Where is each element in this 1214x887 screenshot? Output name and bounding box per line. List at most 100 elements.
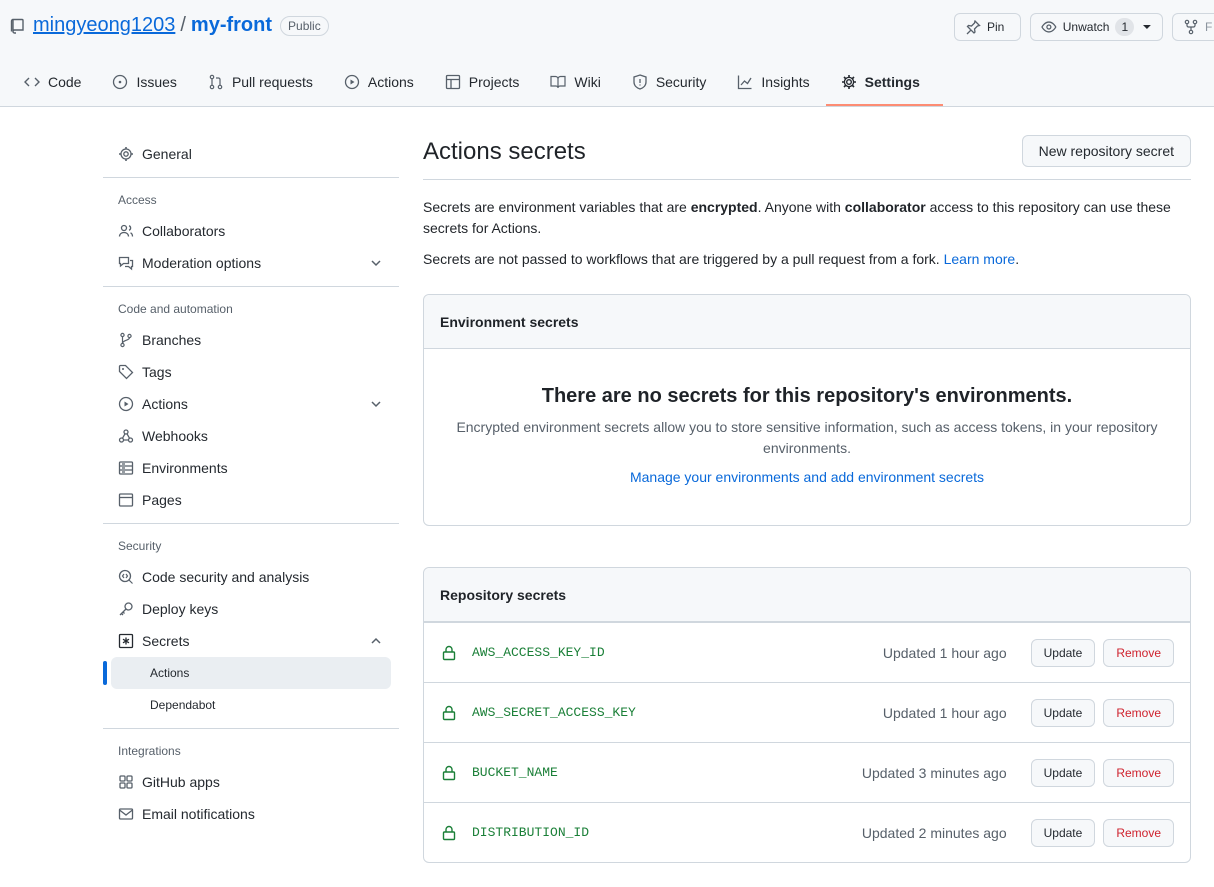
tab-settings[interactable]: Settings [825, 62, 944, 106]
gear-icon [841, 75, 856, 89]
repository-secrets-box: Repository secrets AWS_ACCESS_KEY_ID Upd… [423, 567, 1191, 863]
repo-icon [10, 18, 24, 34]
comment-discussion-icon [118, 256, 134, 271]
repo-title: mingyeong1203 / my-front Public [10, 14, 329, 37]
secret-row: AWS_SECRET_ACCESS_KEY Updated 1 hour ago… [424, 682, 1190, 742]
people-icon [118, 224, 134, 237]
secret-name: AWS_ACCESS_KEY_ID [472, 645, 605, 660]
tag-icon [118, 364, 134, 380]
secret-name: BUCKET_NAME [472, 765, 558, 780]
sidebar-item-actions[interactable]: Actions [103, 388, 399, 420]
fork-note: Secrets are not passed to workflows that… [423, 249, 1191, 270]
watch-button[interactable]: Unwatch 1 [1030, 13, 1163, 41]
desc-text: . Anyone with [757, 199, 845, 215]
sidebar-item-label: Deploy keys [142, 601, 219, 617]
manage-environments-link[interactable]: Manage your environments and add environ… [454, 469, 1160, 485]
webhook-icon [118, 429, 134, 443]
fork-label: F [1205, 20, 1213, 34]
watch-count: 1 [1115, 18, 1135, 36]
divider [103, 177, 399, 178]
play-icon [344, 74, 360, 90]
tab-projects-label: Projects [468, 74, 520, 90]
learn-more-link[interactable]: Learn more [944, 251, 1016, 267]
asterisk-icon [118, 633, 134, 649]
sidebar-item-environments[interactable]: Environments [103, 452, 399, 484]
secret-updated: Updated 2 minutes ago [861, 824, 1007, 841]
gear-icon [119, 147, 133, 161]
remove-secret-button[interactable]: Remove [1103, 758, 1174, 787]
fork-button[interactable]: F [1172, 13, 1214, 41]
fork-icon [1184, 19, 1198, 35]
desc-text: Secrets are environment variables that a… [423, 199, 691, 215]
secret-row: DISTRIBUTION_ID Updated 2 minutes ago Up… [424, 802, 1190, 862]
page-header: Actions secrets New repository secret [423, 134, 1191, 180]
new-repository-secret-button[interactable]: New repository secret [1021, 135, 1191, 167]
sidebar-item-label: Secrets [142, 633, 190, 649]
apps-icon [119, 775, 133, 789]
update-secret-button[interactable]: Update [1030, 638, 1096, 667]
tab-issues-label: Issues [136, 74, 177, 90]
update-secret-button[interactable]: Update [1030, 758, 1096, 787]
sidebar-subitem-dependabot[interactable]: Dependabot [111, 689, 391, 721]
divider [103, 728, 399, 729]
repository-secrets-header: Repository secrets [424, 568, 1190, 622]
chevron-up-icon [371, 637, 381, 644]
chevron-down-icon [371, 260, 381, 267]
sidebar-item-pages[interactable]: Pages [103, 484, 399, 516]
pull-request-icon [209, 74, 223, 90]
sidebar-item-deploy-keys[interactable]: Deploy keys [103, 593, 399, 625]
sidebar-item-branches[interactable]: Branches [103, 324, 399, 356]
remove-secret-button[interactable]: Remove [1103, 818, 1174, 847]
environment-secrets-box: Environment secrets There are no secrets… [423, 294, 1191, 526]
sidebar-item-secrets[interactable]: Secrets [103, 625, 399, 657]
tab-issues[interactable]: Issues [104, 62, 184, 102]
issue-icon [113, 74, 128, 90]
sidebar-item-code-security[interactable]: Code security and analysis [103, 561, 399, 593]
sidebar-item-label: Webhooks [142, 428, 208, 444]
tab-code[interactable]: Code [16, 62, 89, 102]
sidebar-item-moderation-options[interactable]: Moderation options [103, 247, 399, 279]
divider [103, 523, 399, 524]
repo-owner-link[interactable]: mingyeong1203 [33, 14, 175, 37]
tab-pull-requests-label: Pull requests [231, 74, 313, 90]
table-icon [445, 74, 460, 90]
sidebar-item-label: Actions [142, 396, 188, 412]
secret-name: AWS_SECRET_ACCESS_KEY [472, 705, 636, 720]
environment-secrets-header: Environment secrets [424, 295, 1190, 349]
tab-projects[interactable]: Projects [437, 62, 528, 102]
pin-label: Pin [987, 20, 1005, 34]
branch-icon [120, 332, 132, 348]
sidebar-item-label: Email notifications [142, 806, 255, 822]
divider [103, 286, 399, 287]
tab-pull-requests[interactable]: Pull requests [200, 62, 321, 102]
sidebar-item-github-apps[interactable]: GitHub apps [103, 766, 399, 798]
pin-button[interactable]: Pin [954, 13, 1021, 41]
tab-security[interactable]: Security [624, 62, 715, 102]
sidebar-item-tags[interactable]: Tags [103, 356, 399, 388]
tab-code-label: Code [48, 74, 82, 90]
tab-wiki[interactable]: Wiki [542, 62, 608, 102]
sidebar-item-label: Code security and analysis [142, 569, 310, 585]
remove-secret-button[interactable]: Remove [1103, 698, 1174, 727]
repo-name-link[interactable]: my-front [191, 14, 272, 37]
secrets-description: Secrets are environment variables that a… [423, 197, 1191, 239]
remove-secret-button[interactable]: Remove [1103, 638, 1174, 667]
shield-icon [633, 74, 647, 90]
sidebar-item-label: General [142, 146, 192, 162]
sidebar-subitem-actions[interactable]: Actions [103, 657, 391, 689]
repo-header: mingyeong1203 / my-front Public Pin Unwa… [0, 0, 1214, 107]
environment-secrets-blankslate: There are no secrets for this repository… [424, 349, 1190, 525]
sidebar-item-email-notifications[interactable]: Email notifications [103, 798, 399, 830]
lock-icon [442, 825, 456, 840]
desc-bold-encrypted: encrypted [690, 199, 758, 215]
sidebar-item-collaborators[interactable]: Collaborators [103, 215, 399, 247]
update-secret-button[interactable]: Update [1030, 698, 1096, 727]
lock-icon [442, 705, 456, 720]
update-secret-button[interactable]: Update [1030, 818, 1096, 847]
tab-actions[interactable]: Actions [336, 62, 422, 102]
tab-insights[interactable]: Insights [729, 62, 817, 102]
sidebar-item-general[interactable]: General [103, 138, 399, 170]
main-content: Actions secrets New repository secret Se… [423, 134, 1191, 863]
sidebar-item-webhooks[interactable]: Webhooks [103, 420, 399, 452]
visibility-badge: Public [280, 15, 329, 36]
